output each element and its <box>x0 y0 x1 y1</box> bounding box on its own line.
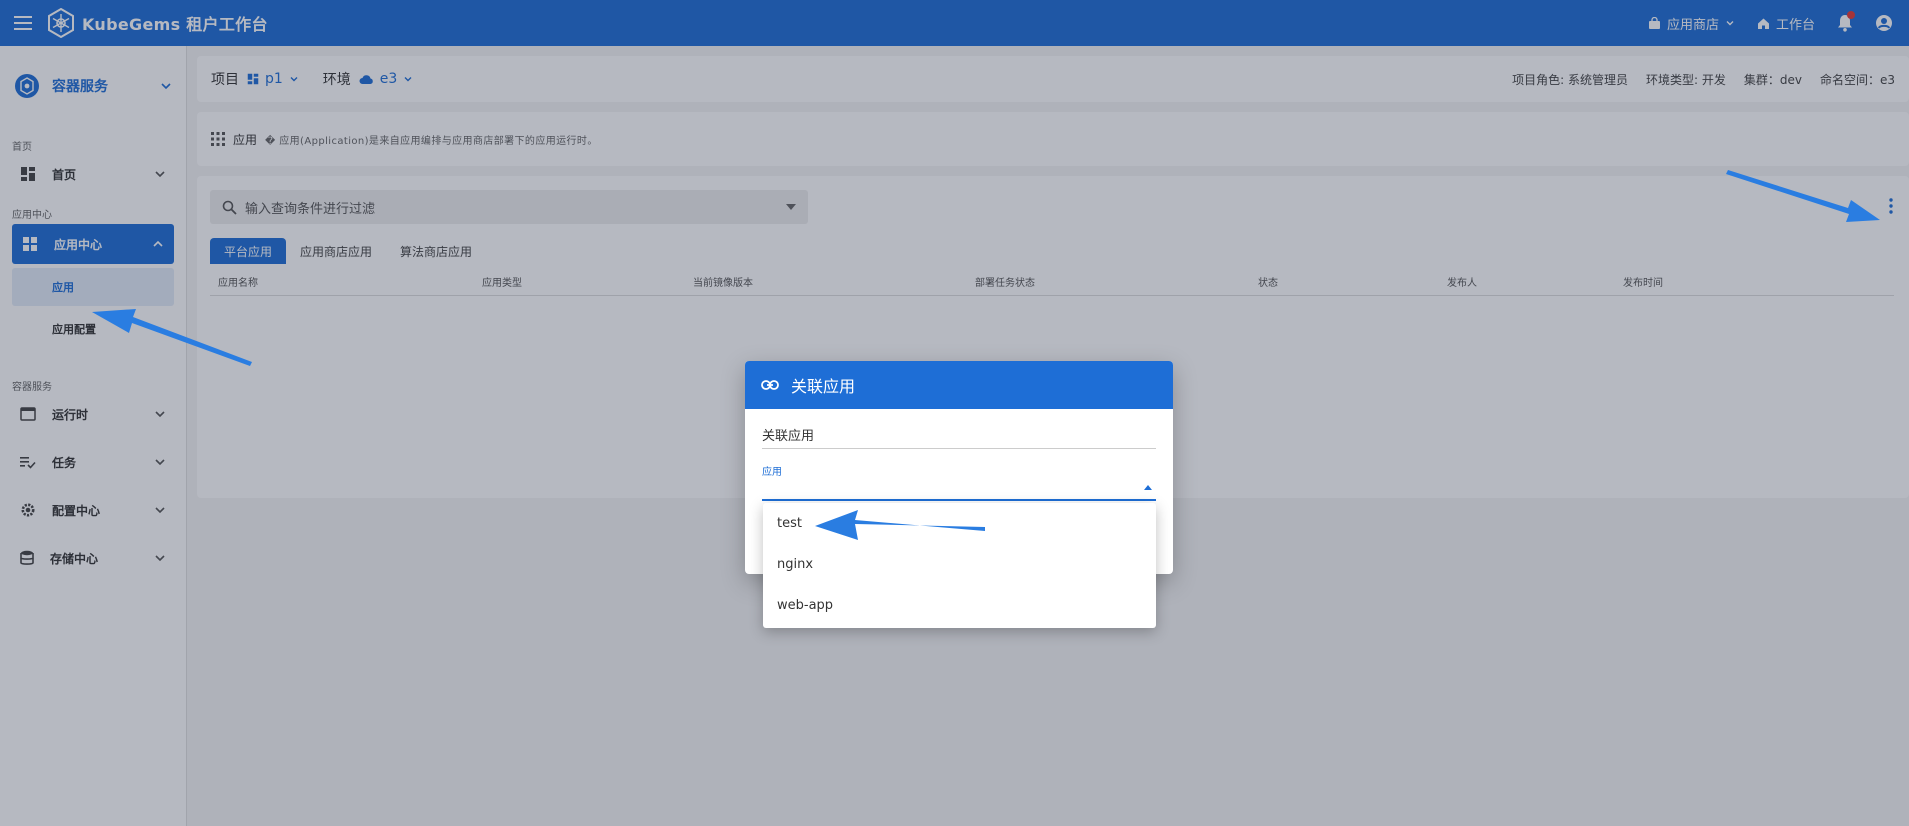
app-select[interactable] <box>762 475 1156 501</box>
link-type-field[interactable]: 关联应用 <box>762 425 1156 449</box>
chevron-up-icon <box>1144 485 1152 490</box>
app-options-menu: test nginx web-app <box>763 503 1156 628</box>
dialog-header: 关联应用 <box>745 361 1173 409</box>
link-icon <box>761 380 779 390</box>
dialog-title: 关联应用 <box>791 377 856 396</box>
app-option-test[interactable]: test <box>763 503 1156 544</box>
app-option-web-app[interactable]: web-app <box>763 585 1156 626</box>
app-option-nginx[interactable]: nginx <box>763 544 1156 585</box>
